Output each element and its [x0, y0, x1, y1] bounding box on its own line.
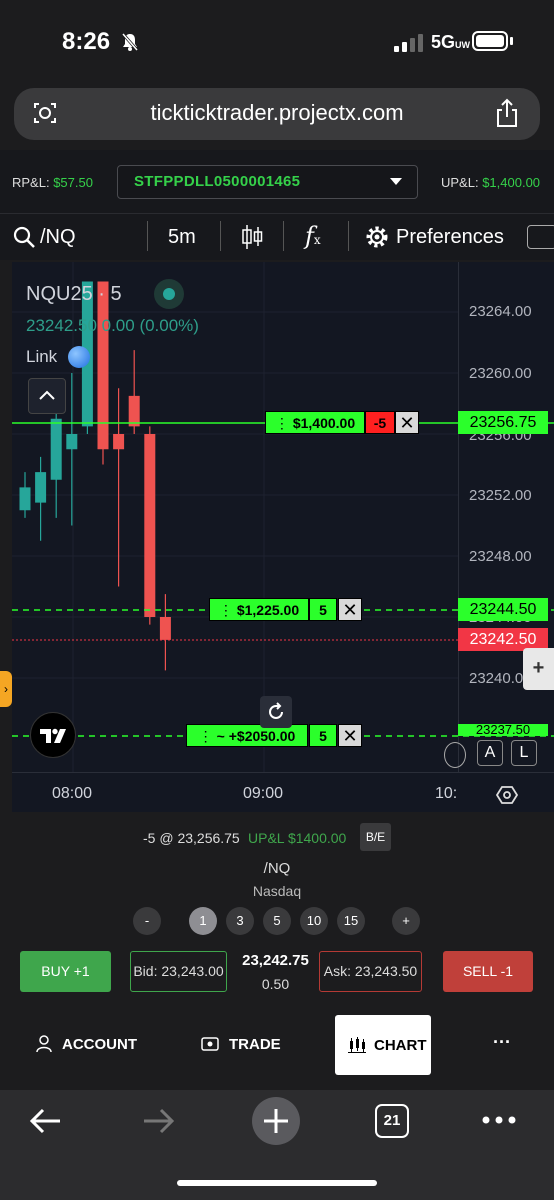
- auto-scale-button[interactable]: A: [477, 740, 503, 766]
- divider: [348, 221, 349, 251]
- order-qty-label[interactable]: 5: [309, 598, 337, 621]
- close-position-button[interactable]: ✕: [395, 411, 419, 434]
- network-indicator: 5GUW: [431, 32, 471, 52]
- gear-icon[interactable]: [365, 225, 389, 249]
- toolbar-toggle[interactable]: [527, 225, 554, 249]
- time-tick: 09:00: [243, 785, 284, 802]
- user-icon: [36, 1035, 52, 1053]
- add-order-button[interactable]: +: [523, 648, 554, 690]
- interval-button[interactable]: 5m: [168, 226, 196, 249]
- signal-icon: [394, 34, 423, 52]
- divider: [220, 221, 221, 251]
- time-tick: 10:: [435, 785, 458, 802]
- bid-price[interactable]: Bid: 23,243.00: [130, 951, 227, 992]
- price-tick: 23252.00: [469, 487, 532, 504]
- cancel-order-button[interactable]: ✕: [338, 598, 362, 621]
- chart-candles-icon: [348, 1037, 366, 1053]
- chevron-up-icon: [39, 390, 55, 400]
- time-tick: 08:00: [52, 785, 93, 802]
- ticket-icon: [201, 1037, 219, 1051]
- realized-pnl: RP&L: $57.50: [12, 175, 93, 190]
- ask-price[interactable]: Ask: 23,243.50: [319, 951, 422, 992]
- qty-option-10[interactable]: 10: [300, 907, 328, 935]
- home-indicator: [177, 1180, 377, 1186]
- buy-button[interactable]: BUY +1: [20, 951, 111, 992]
- url-text[interactable]: tickticktrader.projectx.com: [0, 100, 554, 126]
- link-color-icon[interactable]: [68, 346, 90, 368]
- account-id: STFPPDLL0500001465: [134, 173, 301, 190]
- new-tab-icon[interactable]: [251, 1096, 301, 1146]
- order-price-tag: 23244.50: [458, 598, 548, 621]
- tab-account[interactable]: ACCOUNT: [62, 1036, 137, 1053]
- reset-chart-button[interactable]: [260, 696, 292, 728]
- qty-option-5[interactable]: 5: [263, 907, 291, 935]
- order-qty-label[interactable]: 5: [309, 724, 337, 747]
- clock: 8:26: [62, 28, 111, 55]
- tradingview-icon: [40, 728, 66, 743]
- qty-option-1[interactable]: 1: [189, 907, 217, 935]
- qty-option-3[interactable]: 3: [226, 907, 254, 935]
- breakeven-button[interactable]: B/E: [360, 823, 391, 851]
- position-price-tag: 23256.75: [458, 411, 548, 434]
- position-summary: -5 @ 23,256.75: [143, 830, 240, 846]
- price-tick: 23264.00: [469, 303, 532, 320]
- live-status-icon: [154, 279, 184, 309]
- tab-trade[interactable]: TRADE: [229, 1036, 281, 1053]
- tabs-button[interactable]: 21: [375, 1104, 409, 1138]
- log-scale-button[interactable]: L: [511, 740, 537, 766]
- more-dots-icon[interactable]: [481, 1113, 517, 1127]
- order-pnl-label[interactable]: ⋮ $1,400.00: [265, 411, 365, 434]
- qty-increase-button[interactable]: +: [392, 907, 420, 935]
- order-qty-label[interactable]: -5: [365, 411, 395, 434]
- qty-option-15[interactable]: 15: [337, 907, 365, 935]
- divider: [147, 221, 148, 251]
- qty-decrease-button[interactable]: -: [133, 907, 161, 935]
- link-label: Link: [26, 347, 58, 366]
- silent-bell-icon: [121, 33, 139, 51]
- instrument-exchange: Nasdaq: [252, 883, 302, 899]
- last-price: 23,242.75: [242, 952, 309, 969]
- chart-symbol-title: NQU25 · 5: [26, 283, 122, 305]
- share-icon[interactable]: [494, 98, 520, 128]
- search-icon[interactable]: [12, 225, 36, 249]
- candlestick-icon[interactable]: [240, 224, 264, 250]
- refresh-icon: [269, 702, 283, 719]
- position-upl: UP&L $1400.00: [248, 830, 347, 846]
- spread: 0.50: [261, 976, 290, 992]
- more-menu-button[interactable]: ···: [493, 1032, 511, 1053]
- expand-panel-tab[interactable]: ›: [0, 671, 12, 707]
- price-tick: 23248.00: [469, 548, 532, 565]
- back-arrow-icon[interactable]: [28, 1106, 62, 1136]
- chart-quote: 23242.50 0.00 (0.00%): [26, 316, 199, 335]
- forward-arrow-icon[interactable]: [142, 1106, 176, 1136]
- symbol-search-button[interactable]: /NQ: [40, 226, 76, 249]
- tradingview-logo[interactable]: [30, 712, 76, 758]
- order-pnl-label[interactable]: ⋮ $1,225.00: [209, 598, 309, 621]
- sell-button[interactable]: SELL -1: [443, 951, 533, 992]
- battery-nub: [510, 37, 513, 45]
- lightning-icon[interactable]: [444, 742, 466, 768]
- unrealized-pnl: UP&L: $1,400.00: [441, 175, 541, 190]
- cancel-order-button[interactable]: ✕: [338, 724, 362, 747]
- tab-chart-label: CHART: [374, 1037, 427, 1054]
- divider: [283, 221, 284, 251]
- price-tick: 23260.00: [469, 365, 532, 382]
- collapse-legend-button[interactable]: [28, 378, 66, 414]
- preferences-button[interactable]: Preferences: [396, 226, 504, 249]
- order-price-tag: 23237.50: [458, 724, 548, 736]
- chevron-down-icon: [390, 178, 402, 185]
- instrument-symbol: /NQ: [263, 860, 291, 877]
- battery-icon: [472, 31, 508, 51]
- settings-hexagon-icon[interactable]: [496, 784, 518, 806]
- indicators-icon[interactable]: fx: [305, 222, 321, 250]
